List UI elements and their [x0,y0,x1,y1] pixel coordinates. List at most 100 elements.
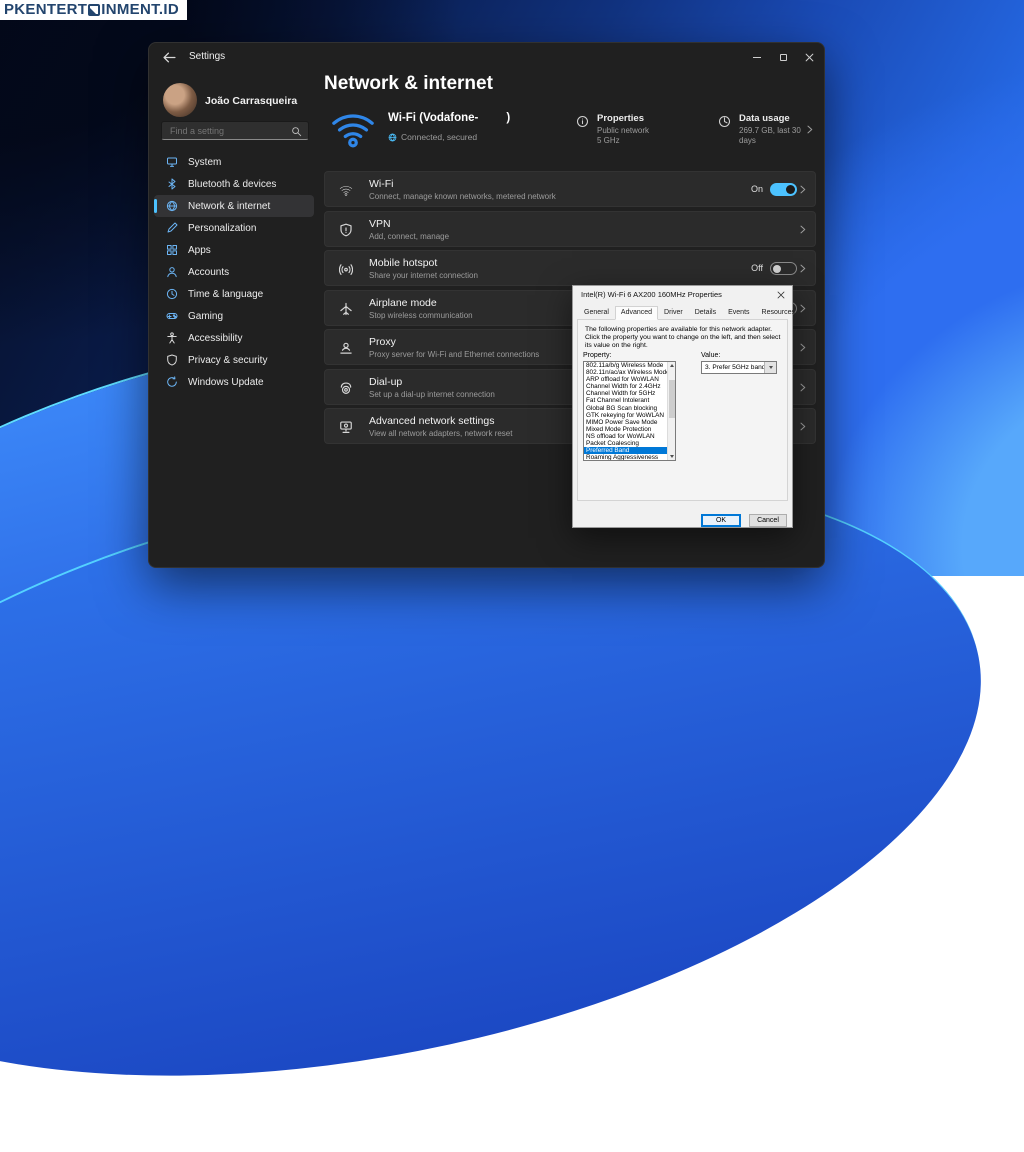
data-usage-title: Data usage [739,113,816,124]
property-list-item[interactable]: 802.11a/b/g Wireless Mode [584,362,675,369]
mobile-hotspot-toggle[interactable] [770,262,797,275]
property-list-item[interactable]: GTK rekeying for WoWLAN [584,412,675,419]
minimize-button[interactable] [744,43,770,71]
window-titlebar: Settings [149,43,824,71]
chevron-right-icon[interactable] [805,125,814,134]
bluetooth-icon [166,178,178,190]
phone-icon [339,381,353,395]
sidebar-item-bluetooth-devices[interactable]: Bluetooth & devices [154,173,314,195]
property-list-item[interactable]: MIMO Power Save Mode [584,419,675,426]
user-name: João Carrasqueira [205,95,297,107]
row-subtitle: Set up a dial-up internet connection [369,390,495,399]
property-list-item[interactable]: Mixed Mode Protection [584,426,675,433]
tab-resources[interactable]: Resources [756,305,801,319]
row-subtitle: Proxy server for Wi-Fi and Ethernet conn… [369,350,539,359]
properties-summary[interactable]: Properties Public network 5 GHz [576,113,649,146]
cancel-button[interactable]: Cancel [749,514,787,527]
toggle-state-label: On [751,184,763,194]
sidebar-item-windows-update[interactable]: Windows Update [154,371,314,393]
property-list-item[interactable]: Channel Width for 2.4GHz [584,383,675,390]
tab-general[interactable]: General [578,305,615,319]
avatar[interactable] [163,83,197,117]
sidebar-item-accounts[interactable]: Accounts [154,261,314,283]
data-usage-summary[interactable]: Data usage 269.7 GB, last 30 days [718,113,816,146]
search-input[interactable] [162,122,308,139]
sidebar-item-label: Network & internet [188,201,270,212]
chevron-right-icon [798,343,807,352]
apps-icon [166,244,178,256]
person-icon [166,266,178,278]
wifi-network-name: Wi-Fi (Vodafone- ) [388,112,510,124]
sidebar-item-label: System [188,157,221,168]
scroll-down-icon[interactable] [668,453,675,460]
wifi-hero-panel: Wi-Fi (Vodafone- ) Connected, secured Pr… [324,99,816,163]
dialog-tabs: General Advanced Driver Details Events R… [578,305,801,319]
tab-events[interactable]: Events [722,305,755,319]
adapter-properties-dialog: Intel(R) Wi-Fi 6 AX200 160MHz Properties… [572,285,793,528]
properties-title: Properties [597,113,649,124]
airplane-icon [339,302,353,316]
sidebar-item-label: Personalization [188,223,256,234]
row-vpn[interactable]: VPN Add, connect, manage [324,211,816,247]
close-button[interactable] [796,43,822,71]
close-icon[interactable] [777,291,785,299]
chevron-right-icon [798,422,807,431]
brush-icon [166,222,178,234]
maximize-button[interactable] [770,43,796,71]
sidebar-item-time-language[interactable]: Time & language [154,283,314,305]
sidebar-item-personalization[interactable]: Personalization [154,217,314,239]
toggle-knob [773,265,781,273]
property-label: Property: [583,352,611,359]
monitor-icon [166,156,178,168]
sidebar-item-apps[interactable]: Apps [154,239,314,261]
property-list-item[interactable]: NS offload for WoWLAN [584,433,675,440]
tab-details[interactable]: Details [689,305,722,319]
sidebar-item-system[interactable]: System [154,151,314,173]
wifi-status: Connected, secured [388,132,477,142]
info-icon [576,115,589,128]
watermark-banner: PKENTERT INMENT.ID [0,0,187,20]
clock-icon [166,288,178,300]
row-title: Advanced network settings [369,415,495,427]
property-list-item[interactable]: Roaming Aggressiveness [584,454,675,461]
properties-band: 5 GHz [597,136,649,146]
row-subtitle: Share your internet connection [369,271,478,280]
scroll-up-icon[interactable] [668,362,675,369]
property-list-item[interactable]: ARP offload for WoWLAN [584,376,675,383]
data-usage-icon [718,115,731,128]
row-wifi[interactable]: Wi-Fi Connect, manage known networks, me… [324,171,816,207]
sidebar-item-privacy-security[interactable]: Privacy & security [154,349,314,371]
property-list-item[interactable]: Fat Channel Intolerant [584,397,675,404]
watermark-text-left: PKENTERT [4,1,87,18]
property-list-item-selected[interactable]: Preferred Band [584,447,675,454]
property-listbox[interactable]: 802.11a/b/g Wireless Mode 802.11n/ac/ax … [583,361,676,461]
row-subtitle: Add, connect, manage [369,232,449,241]
gamepad-icon [166,310,178,322]
tab-driver[interactable]: Driver [658,305,689,319]
toggle-state-label: Off [751,263,763,273]
tab-advanced[interactable]: Advanced [615,306,658,320]
sidebar-item-accessibility[interactable]: Accessibility [154,327,314,349]
sidebar-item-gaming[interactable]: Gaming [154,305,314,327]
dropdown-button[interactable] [764,362,776,373]
value-dropdown[interactable]: 3. Prefer 5GHz band [701,361,777,374]
property-list-item[interactable]: Packet Coalescing [584,440,675,447]
scrollbar[interactable] [667,362,675,460]
proxy-icon [339,341,353,355]
row-title: VPN [369,218,391,230]
scrollbar-thumb[interactable] [669,380,675,418]
shield-icon [166,354,178,366]
property-list-item[interactable]: 802.11n/ac/ax Wireless Mode [584,369,675,376]
ok-button[interactable]: OK [701,514,741,527]
row-mobile-hotspot[interactable]: Mobile hotspot Share your internet conne… [324,250,816,286]
back-icon[interactable] [163,51,176,64]
window-title: Settings [189,43,225,71]
property-list-item[interactable]: Global BG Scan blocking [584,405,675,412]
wifi-toggle[interactable] [770,183,797,196]
watermark-logo-icon [88,4,100,16]
maximize-icon [780,54,787,61]
vpn-shield-icon [339,223,353,237]
property-list-item[interactable]: Channel Width for 5GHz [584,390,675,397]
wifi-icon [339,183,353,197]
sidebar-item-network-internet[interactable]: Network & internet [154,195,314,217]
